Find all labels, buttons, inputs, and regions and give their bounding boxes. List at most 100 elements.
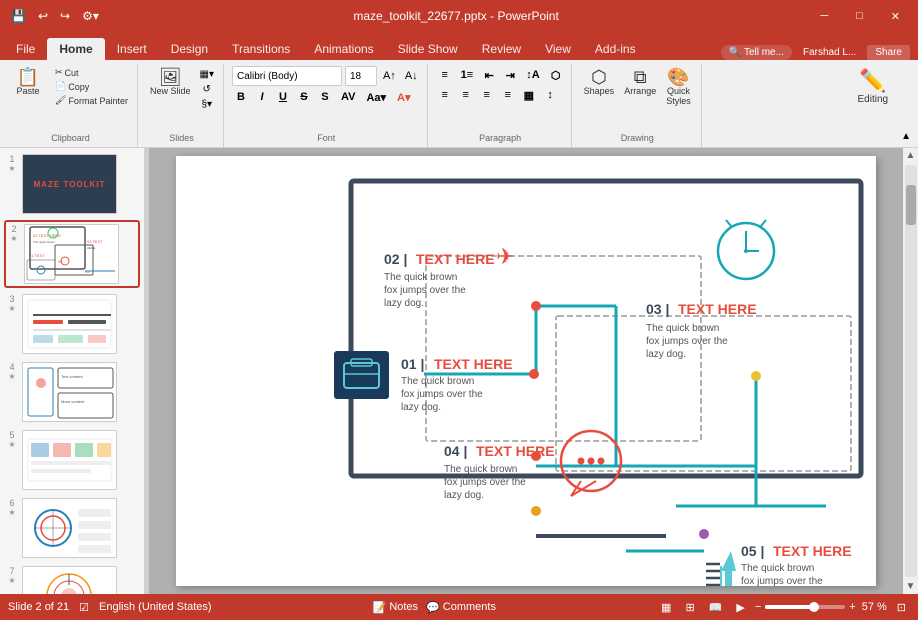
- new-slide-button[interactable]: 🖼 New Slide: [146, 66, 195, 98]
- reset-button[interactable]: ↺: [197, 83, 217, 96]
- collapse-ribbon-button[interactable]: ▲: [898, 130, 914, 143]
- svg-text:TEXT HERE: TEXT HERE: [416, 251, 495, 267]
- numbered-list-button[interactable]: 1≡: [457, 66, 478, 84]
- svg-text:More content: More content: [61, 399, 85, 404]
- increase-indent-button[interactable]: ⇥: [501, 66, 519, 84]
- save-button[interactable]: 💾: [8, 7, 29, 25]
- svg-text:TEXT HERE: TEXT HERE: [476, 443, 555, 459]
- italic-button[interactable]: I: [253, 88, 271, 106]
- bold-button[interactable]: B: [232, 88, 250, 106]
- copy-button[interactable]: 📄Copy: [52, 80, 131, 93]
- tab-file[interactable]: File: [4, 38, 47, 60]
- slide-canvas[interactable]: 01 | TEXT HERE The quick brown fox jumps…: [176, 156, 876, 586]
- tell-me-button[interactable]: 🔍 Tell me...: [721, 45, 792, 60]
- tab-insert[interactable]: Insert: [105, 38, 159, 60]
- justify-button[interactable]: ≡: [499, 86, 517, 104]
- ribbon-tabs: File Home Insert Design Transitions Anim…: [0, 32, 918, 60]
- section-button[interactable]: §▾: [197, 98, 217, 111]
- underline-button[interactable]: U: [274, 88, 292, 106]
- text-direction-button[interactable]: ↕A: [522, 66, 543, 84]
- layout-button[interactable]: ▦▾: [197, 68, 217, 81]
- slide-thumb-6[interactable]: 6 ★: [4, 496, 140, 560]
- undo-button[interactable]: ↩: [35, 7, 51, 25]
- comments-button[interactable]: 💬 Comments: [422, 600, 500, 615]
- slide6-thumbnail: [23, 499, 116, 557]
- tab-design[interactable]: Design: [159, 38, 220, 60]
- paste-button[interactable]: 📋 Paste: [10, 66, 46, 98]
- zoom-out-button[interactable]: −: [755, 601, 761, 613]
- slide-thumb-7[interactable]: 7 ★: [4, 564, 140, 594]
- align-left-button[interactable]: ≡: [436, 86, 454, 104]
- increase-font-button[interactable]: A↑: [380, 69, 399, 83]
- scroll-up-button[interactable]: ▲: [904, 148, 918, 163]
- slideshow-button[interactable]: ▶: [732, 600, 748, 615]
- bullets-button[interactable]: ≡: [436, 66, 454, 84]
- slide-thumb-3[interactable]: 3 ★: [4, 292, 140, 356]
- zoom-in-button[interactable]: +: [849, 601, 855, 613]
- collapse-ribbon: ▲: [898, 64, 914, 147]
- cut-button[interactable]: ✂Cut: [52, 66, 131, 79]
- account-button[interactable]: Farshad L...: [800, 45, 859, 60]
- quick-styles-button[interactable]: 🎨 Quick Styles: [662, 66, 695, 108]
- format-painter-button[interactable]: 🖌Format Painter: [52, 94, 131, 107]
- tab-home[interactable]: Home: [47, 38, 104, 60]
- zoom-slider-track[interactable]: [765, 605, 845, 609]
- font-color-button[interactable]: A▾: [393, 88, 414, 106]
- title-bar: 💾 ↩ ↪ ⚙▾ maze_toolkit_22677.pptx - Power…: [0, 0, 918, 32]
- customize-qat-button[interactable]: ⚙▾: [79, 7, 102, 25]
- close-button[interactable]: ✕: [881, 0, 910, 32]
- scroll-down-button[interactable]: ▼: [904, 579, 918, 594]
- shadow-button[interactable]: S: [316, 88, 334, 106]
- tab-transitions[interactable]: Transitions: [220, 38, 302, 60]
- slide-num-5: 5 ★: [6, 430, 18, 449]
- tab-review[interactable]: Review: [470, 38, 533, 60]
- slides-content: 🖼 New Slide ▦▾ ↺ §▾: [146, 66, 217, 131]
- slide-thumb-1[interactable]: 1 ★ MAZE TOOLKIT: [4, 152, 140, 216]
- strikethrough-button[interactable]: S: [295, 88, 313, 106]
- svg-text:fox jumps over the: fox jumps over the: [401, 389, 483, 400]
- clipboard-group: 📋 Paste ✂Cut 📄Copy 🖌Format Painter Clipb…: [4, 64, 138, 147]
- scroll-track[interactable]: [905, 165, 917, 577]
- decrease-indent-button[interactable]: ⇤: [480, 66, 498, 84]
- align-right-button[interactable]: ≡: [478, 86, 496, 104]
- arrange-button[interactable]: ⧉ Arrange: [620, 66, 660, 98]
- shapes-button[interactable]: ⬡ Shapes: [580, 66, 619, 98]
- columns-button[interactable]: ▦: [520, 86, 538, 104]
- reading-view-button[interactable]: 📖: [705, 600, 727, 615]
- svg-text:04 |: 04 |: [444, 443, 467, 459]
- vertical-scrollbar[interactable]: ▲ ▼: [903, 148, 918, 594]
- slide-thumb-5[interactable]: 5 ★: [4, 428, 140, 492]
- svg-text:fox jumps over the: fox jumps over the: [444, 477, 526, 488]
- slide-num-2: 2 ★: [8, 224, 20, 243]
- char-spacing-button[interactable]: AV: [337, 88, 359, 106]
- redo-button[interactable]: ↪: [57, 7, 73, 25]
- slide-num-1: 1 ★: [6, 154, 18, 173]
- line-spacing-button[interactable]: ↕: [541, 86, 559, 104]
- share-button[interactable]: Share: [867, 45, 910, 60]
- font-case-button[interactable]: Aa▾: [362, 88, 390, 106]
- align-center-button[interactable]: ≡: [457, 86, 475, 104]
- slide-thumb-4[interactable]: 4 ★ Text content More content: [4, 360, 140, 424]
- notes-button[interactable]: 📝 Notes: [369, 600, 422, 615]
- tab-view[interactable]: View: [533, 38, 583, 60]
- maximize-button[interactable]: □: [846, 0, 873, 32]
- accessibility-button[interactable]: ☑: [75, 600, 93, 615]
- slide-sorter-button[interactable]: ⊞: [681, 600, 698, 615]
- slide-thumb-2[interactable]: 2 ★ 02 TEXT HERE The quick brown 03 TEXT…: [4, 220, 140, 288]
- font-family-input[interactable]: [232, 66, 342, 86]
- svg-text:lazy dog.: lazy dog.: [444, 490, 484, 501]
- minimize-button[interactable]: ─: [810, 0, 838, 32]
- fit-to-window-button[interactable]: ⊡: [893, 600, 910, 615]
- tab-animations[interactable]: Animations: [302, 38, 385, 60]
- decrease-font-button[interactable]: A↓: [402, 69, 421, 83]
- convert-to-smartart-button[interactable]: ⬡: [547, 66, 565, 84]
- tab-addins[interactable]: Add-ins: [583, 38, 648, 60]
- tab-slideshow[interactable]: Slide Show: [386, 38, 470, 60]
- editing-section: ✏️ Editing: [850, 64, 897, 147]
- zoom-slider-thumb: [809, 602, 819, 612]
- new-slide-icon: 🖼: [159, 68, 182, 86]
- font-size-input[interactable]: [345, 66, 377, 86]
- normal-view-button[interactable]: ▦: [657, 600, 675, 615]
- window-title: maze_toolkit_22677.pptx - PowerPoint: [353, 9, 558, 23]
- svg-text:03 |: 03 |: [646, 301, 669, 317]
